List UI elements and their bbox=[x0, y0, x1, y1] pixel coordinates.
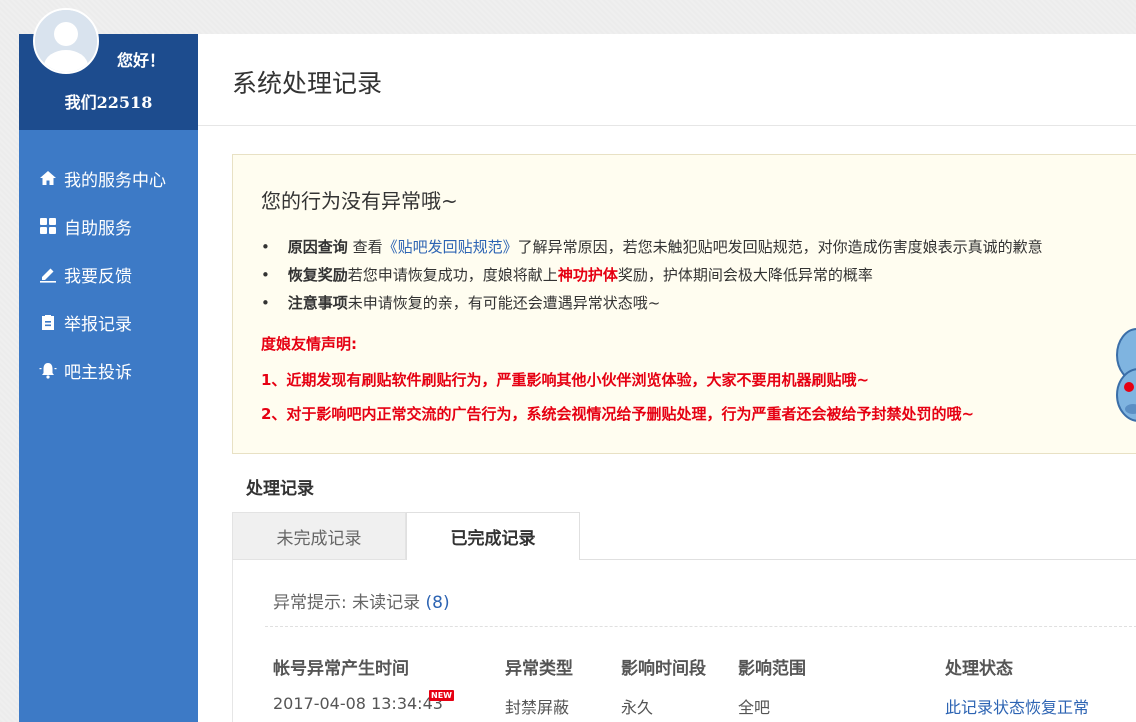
sidebar: 您好！ 我们22518 我的服务中心 自助服务 我要反馈 举报记录 吧主投诉 bbox=[19, 8, 198, 722]
divider bbox=[198, 125, 1136, 126]
sidebar-item-label: 吧主投诉 bbox=[64, 362, 132, 383]
sidebar-header: 您好！ 我们22518 bbox=[19, 8, 198, 130]
sidebar-item-label: 举报记录 bbox=[64, 314, 132, 335]
column-header-type: 异常类型 bbox=[505, 659, 573, 679]
column-header-time: 帐号异常产生时间 bbox=[273, 659, 409, 679]
sidebar-item-label: 自助服务 bbox=[64, 218, 132, 239]
sidebar-item-feedback[interactable]: 我要反馈 bbox=[19, 254, 198, 294]
column-header-scope: 影响范围 bbox=[738, 659, 806, 679]
sidebar-item-self-service[interactable]: 自助服务 bbox=[19, 206, 198, 246]
tab-completed-records[interactable]: 已完成记录 bbox=[406, 512, 580, 561]
tab-incomplete-records[interactable]: 未完成记录 bbox=[232, 512, 406, 560]
unread-hint: 异常提示: 未读记录 (8) bbox=[273, 588, 450, 613]
list-item: 原因查询 查看《贴吧发回贴规范》了解异常原因，若您未触犯贴吧发回贴规范，对你造成… bbox=[261, 233, 1043, 261]
greeting-text: 您好！ bbox=[117, 51, 166, 70]
status-link[interactable]: 此记录状态恢复正常 bbox=[945, 698, 1089, 717]
sidebar-item-moderator-complaint[interactable]: 吧主投诉 bbox=[19, 350, 198, 390]
caution-text: 未申请恢复的亲，有可能还会遭遇异常状态哦~ bbox=[347, 294, 661, 312]
new-badge: NEW bbox=[429, 690, 454, 701]
page-title: 系统处理记录 bbox=[232, 69, 383, 98]
column-header-status: 处理状态 bbox=[945, 659, 1013, 679]
cell-status: 此记录状态恢复正常 bbox=[945, 694, 1089, 718]
main-content: 系统处理记录 您的行为没有异常哦~ 原因查询 查看《贴吧发回贴规范》了解异常原因… bbox=[198, 34, 1136, 722]
reward-pre-text: 若您申请恢复成功，度娘将献上 bbox=[347, 266, 558, 284]
bear-mascot-icon bbox=[1116, 328, 1136, 422]
user-silhouette-icon bbox=[35, 10, 97, 72]
reason-label: 原因查询 bbox=[287, 238, 348, 256]
statement-item: 1、近期发现有刷贴软件刷贴行为，严重影响其他小伙伴浏览体验，大家不要用机器刷贴哦… bbox=[261, 371, 870, 389]
list-item: 恢复奖励若您申请恢复成功，度娘将献上神功护体奖励，护体期间会极大降低异常的概率 bbox=[261, 261, 1043, 289]
sidebar-item-service-center[interactable]: 我的服务中心 bbox=[19, 158, 198, 198]
cell-scope: 全吧 bbox=[738, 698, 771, 717]
hint-label: 异常提示: 未读记录 bbox=[273, 593, 421, 613]
notice-panel: 您的行为没有异常哦~ 原因查询 查看《贴吧发回贴规范》了解异常原因，若您未触犯贴… bbox=[232, 154, 1136, 454]
list-item: 注意事项未申请恢复的亲，有可能还会遭遇异常状态哦~ bbox=[261, 289, 1043, 317]
home-icon bbox=[39, 169, 57, 187]
cell-type: 封禁屏蔽 bbox=[505, 698, 570, 717]
sidebar-item-label: 我的服务中心 bbox=[64, 170, 166, 191]
column-header-period: 影响时间段 bbox=[621, 659, 706, 679]
cell-period: 永久 bbox=[621, 698, 654, 717]
reward-label: 恢复奖励 bbox=[287, 266, 348, 284]
caution-label: 注意事项 bbox=[287, 294, 348, 312]
avatar[interactable] bbox=[33, 8, 99, 74]
grid-icon bbox=[39, 217, 57, 235]
unread-count[interactable]: (8) bbox=[426, 593, 450, 613]
sidebar-item-report-records[interactable]: 举报记录 bbox=[19, 302, 198, 342]
records-heading: 处理记录 bbox=[246, 479, 314, 499]
divider bbox=[265, 626, 1136, 627]
username: 我们22518 bbox=[64, 93, 153, 112]
statement-title: 度娘友情声明: bbox=[261, 335, 357, 353]
records-panel: 异常提示: 未读记录 (8) 帐号异常产生时间 异常类型 影响时间段 影响范围 … bbox=[232, 560, 1136, 722]
clipboard-icon bbox=[39, 313, 57, 331]
reward-text: 奖励，护体期间会极大降低异常的概率 bbox=[617, 266, 873, 284]
edit-icon bbox=[39, 265, 57, 283]
statement-item: 2、对于影响吧内正常交流的广告行为，系统会视情况给予删贴处理，行为严重者还会被给… bbox=[261, 405, 975, 423]
record-tabs: 未完成记录 已完成记录 bbox=[232, 512, 1136, 561]
reward-highlight: 神功护体 bbox=[557, 266, 618, 284]
cell-time: 2017-04-08 13:34:43 bbox=[273, 694, 443, 713]
bell-icon bbox=[39, 361, 57, 379]
notice-title: 您的行为没有异常哦~ bbox=[261, 189, 458, 213]
reason-pre-text: 查看 bbox=[347, 238, 383, 256]
rules-link[interactable]: 《贴吧发回贴规范》 bbox=[383, 238, 518, 256]
sidebar-item-label: 我要反馈 bbox=[64, 266, 132, 287]
notice-list: 原因查询 查看《贴吧发回贴规范》了解异常原因，若您未触犯贴吧发回贴规范，对你造成… bbox=[261, 233, 1043, 317]
reason-text: 了解异常原因，若您未触犯贴吧发回贴规范，对你造成伤害度娘表示真诚的歉意 bbox=[517, 238, 1043, 256]
